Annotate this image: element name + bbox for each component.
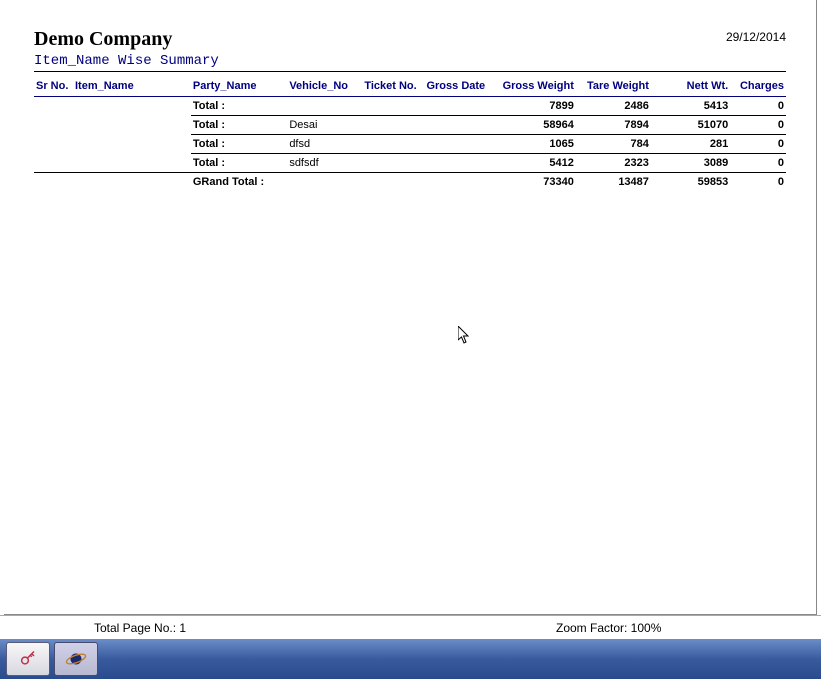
- charges-cell: 0: [730, 97, 786, 116]
- vehicle-cell: dfsd: [287, 135, 362, 154]
- grand-gross-weight: 73340: [495, 173, 576, 192]
- report-table: Sr No. Item_Name Party_Name Vehicle_No T…: [34, 76, 786, 191]
- col-tareweight: Tare Weight: [576, 76, 651, 97]
- taskbar-app-button[interactable]: [54, 642, 98, 676]
- total-label: Total :: [191, 154, 287, 173]
- planet-icon: [65, 648, 87, 670]
- col-charges: Charges: [730, 76, 786, 97]
- vehicle-cell: Desai: [287, 116, 362, 135]
- status-bar: Total Page No.: 1 Zoom Factor: 100%: [0, 615, 821, 639]
- report-date: 29/12/2014: [726, 28, 786, 44]
- vehicle-cell: [287, 97, 362, 116]
- tare-weight-cell: 784: [576, 135, 651, 154]
- status-page-count: Total Page No.: 1: [0, 621, 186, 635]
- taskbar: [0, 639, 821, 679]
- total-label: Total :: [191, 97, 287, 116]
- tare-weight-cell: 2323: [576, 154, 651, 173]
- tare-weight-cell: 7894: [576, 116, 651, 135]
- grand-total-label: GRand Total :: [191, 173, 287, 192]
- grand-tare-weight: 13487: [576, 173, 651, 192]
- col-grossweight: Gross Weight: [495, 76, 576, 97]
- table-row: Total : 7899 2486 5413 0: [34, 97, 786, 116]
- total-label: Total :: [191, 116, 287, 135]
- nett-wt-cell: 281: [651, 135, 730, 154]
- nett-wt-cell: 51070: [651, 116, 730, 135]
- tare-weight-cell: 2486: [576, 97, 651, 116]
- table-row: Total : sdfsdf 5412 2323 3089 0: [34, 154, 786, 173]
- report-header: Demo Company 29/12/2014: [34, 28, 786, 51]
- gross-weight-cell: 5412: [495, 154, 576, 173]
- nett-wt-cell: 5413: [651, 97, 730, 116]
- col-vehicleno: Vehicle_No: [287, 76, 362, 97]
- nett-wt-cell: 3089: [651, 154, 730, 173]
- col-partyname: Party_Name: [191, 76, 287, 97]
- total-label: Total :: [191, 135, 287, 154]
- table-header-row: Sr No. Item_Name Party_Name Vehicle_No T…: [34, 76, 786, 97]
- grand-nett-wt: 59853: [651, 173, 730, 192]
- table-row: Total : Desai 58964 7894 51070 0: [34, 116, 786, 135]
- gross-weight-cell: 58964: [495, 116, 576, 135]
- charges-cell: 0: [730, 116, 786, 135]
- col-srno: Sr No.: [34, 76, 73, 97]
- status-zoom-factor: Zoom Factor: 100%: [556, 621, 661, 635]
- gross-weight-cell: 1065: [495, 135, 576, 154]
- report-page: Demo Company 29/12/2014 Item_Name Wise S…: [4, 0, 817, 615]
- col-nettwt: Nett Wt.: [651, 76, 730, 97]
- col-ticketno: Ticket No.: [362, 76, 424, 97]
- table-row: Total : dfsd 1065 784 281 0: [34, 135, 786, 154]
- col-itemname: Item_Name: [73, 76, 191, 97]
- key-icon: [18, 650, 38, 668]
- charges-cell: 0: [730, 154, 786, 173]
- company-name: Demo Company: [34, 28, 172, 51]
- gross-weight-cell: 7899: [495, 97, 576, 116]
- col-grossdate: Gross Date: [424, 76, 495, 97]
- vehicle-cell: sdfsdf: [287, 154, 362, 173]
- grand-charges: 0: [730, 173, 786, 192]
- grand-total-row: GRand Total : 73340 13487 59853 0: [34, 173, 786, 192]
- taskbar-app-button[interactable]: [6, 642, 50, 676]
- charges-cell: 0: [730, 135, 786, 154]
- report-title: Item_Name Wise Summary: [34, 53, 786, 72]
